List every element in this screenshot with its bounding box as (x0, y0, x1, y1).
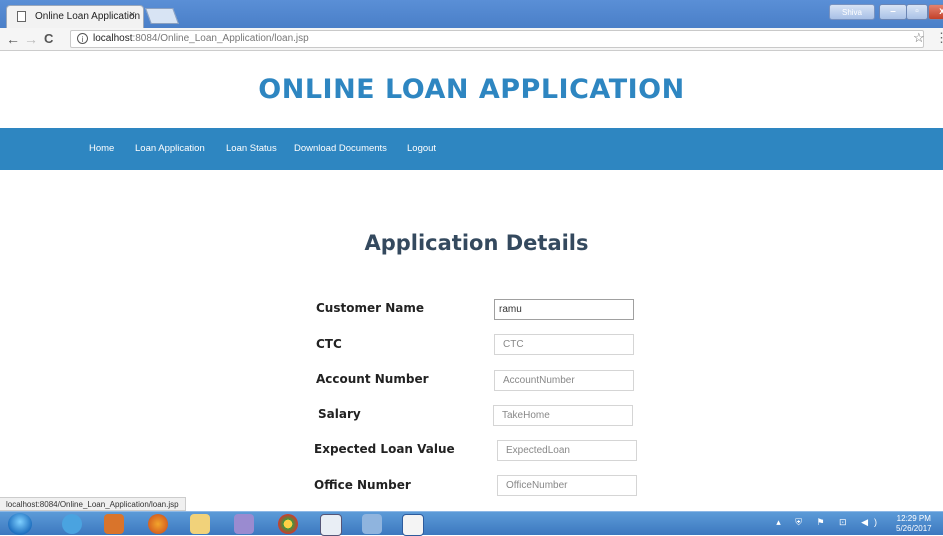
system-tray[interactable]: ▴ ⛨ ⚑ ⊡ ◀) (776, 517, 883, 528)
expected-loan-input[interactable] (497, 440, 637, 461)
office-number-label: Office Number (314, 478, 411, 492)
application-details-heading: Application Details (364, 231, 589, 255)
taskbar-clock[interactable]: 12:29 PM 5/26/2017 (896, 514, 932, 534)
salary-label: Salary (318, 407, 361, 421)
maximize-button[interactable]: ▫ (906, 4, 928, 20)
url-host: localhost (93, 33, 133, 44)
address-bar[interactable]: i localhost:8084/Online_Loan_Application… (70, 30, 924, 48)
minimize-button[interactable]: – (879, 4, 907, 20)
forward-arrow-icon[interactable]: → (24, 30, 38, 48)
browser-toolbar: ← → C i localhost:8084/Online_Loan_Appli… (0, 28, 943, 51)
profile-button[interactable]: Shiva (829, 4, 875, 20)
tab-title: Online Loan Application (35, 11, 141, 22)
page-icon (17, 11, 26, 22)
back-arrow-icon[interactable]: ← (6, 30, 20, 48)
info-icon[interactable]: i (77, 33, 88, 44)
tab-close-icon[interactable]: × (129, 9, 135, 21)
nav-logout[interactable]: Logout (400, 128, 443, 170)
account-number-input[interactable] (494, 370, 634, 391)
new-tab-button[interactable] (145, 8, 179, 24)
eclipse-icon[interactable] (234, 514, 254, 534)
url-text: localhost:8084/Online_Loan_Application/l… (93, 33, 309, 44)
clock-time: 12:29 PM (896, 514, 931, 523)
control-panel-icon[interactable] (362, 514, 382, 534)
reload-icon[interactable]: C (44, 30, 53, 48)
nav-loan-application[interactable]: Loan Application (128, 128, 212, 170)
ctc-label: CTC (316, 337, 342, 351)
clock-date: 5/26/2017 (896, 524, 932, 533)
chrome-icon[interactable] (278, 514, 298, 534)
customer-name-input[interactable] (494, 299, 634, 320)
browser-menu-icon[interactable]: ⋮ (935, 30, 943, 46)
customer-name-label: Customer Name (316, 301, 424, 315)
salary-input[interactable] (493, 405, 633, 426)
media-player-icon[interactable] (104, 514, 124, 534)
expected-loan-label: Expected Loan Value (314, 442, 455, 456)
ctc-input[interactable] (494, 334, 634, 355)
status-bar: localhost:8084/Online_Loan_Application/l… (0, 497, 186, 511)
account-number-label: Account Number (316, 372, 429, 386)
browser-tab[interactable]: Online Loan Application × (6, 5, 144, 28)
page-title: ONLINE LOAN APPLICATION (258, 74, 685, 105)
close-window-button[interactable]: x (928, 4, 943, 20)
office-number-input[interactable] (497, 475, 637, 496)
start-button-icon[interactable] (8, 513, 32, 535)
nav-download-documents[interactable]: Download Documents (287, 128, 394, 170)
main-navbar: Home Loan Application Loan Status Downlo… (0, 128, 943, 170)
nav-loan-status[interactable]: Loan Status (219, 128, 284, 170)
nav-home[interactable]: Home (82, 128, 121, 170)
folder-icon[interactable] (190, 514, 210, 534)
browser-tab-strip: Online Loan Application × Shiva – ▫ x (0, 0, 943, 28)
bookmark-star-icon[interactable]: ☆ (913, 30, 925, 46)
taskbar: ▴ ⛨ ⚑ ⊡ ◀) 12:29 PM 5/26/2017 (0, 511, 943, 536)
firefox-icon[interactable] (148, 514, 168, 534)
virtualbox-icon[interactable] (320, 514, 342, 536)
internet-explorer-icon[interactable] (62, 514, 82, 534)
url-path: :8084/Online_Loan_Application/loan.jsp (132, 33, 309, 44)
word-icon[interactable] (402, 514, 424, 536)
